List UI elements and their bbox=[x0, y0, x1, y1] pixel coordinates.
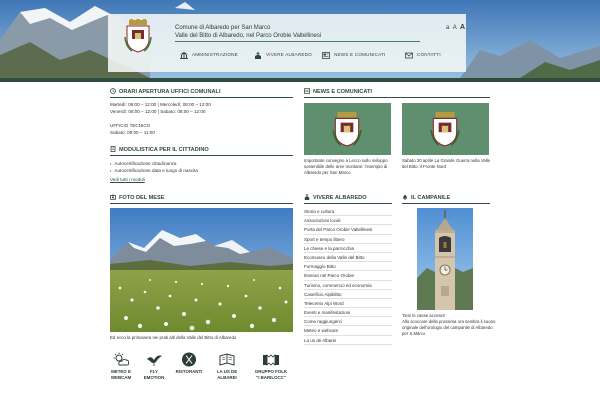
campanile-section-title: IL CAMPANILE bbox=[402, 194, 490, 204]
bell-tower-image bbox=[417, 208, 473, 310]
quicklink-label: METEO E WEBCAM bbox=[110, 369, 132, 380]
vivere-menu-item[interactable]: Storia e cultura bbox=[304, 207, 392, 217]
building-icon bbox=[180, 51, 188, 59]
church-icon bbox=[304, 193, 310, 200]
nav-label: CONTATTI bbox=[417, 52, 441, 57]
quicklink-label: GRUPPO FOLK "I BARILOCC" bbox=[254, 369, 288, 380]
municipal-crest-icon bbox=[430, 112, 460, 147]
quicklink-ristoranti[interactable]: RISTORANTI bbox=[172, 352, 206, 375]
vivere-menu-item[interactable]: Itinerari nel Parco Orobie bbox=[304, 271, 392, 281]
photo-caption: Ed ecco la primavera nei prati alti dell… bbox=[110, 335, 237, 340]
vivere-menu-item[interactable]: Formaggio Bitto bbox=[304, 262, 392, 272]
header-divider bbox=[175, 41, 420, 42]
vivere-menu-item[interactable]: Associazioni locali bbox=[304, 216, 392, 226]
all-forms-link[interactable]: Vedi tutti i moduli bbox=[110, 177, 145, 182]
modulistica-title-text: MODULISTICA PER IL CITTADINO bbox=[119, 147, 209, 153]
vivere-menu-item[interactable]: Telecento Alpi Word bbox=[304, 299, 392, 309]
news-title-text: NEWS E COMUNICATI bbox=[313, 89, 372, 95]
vivere-menu-item[interactable]: Le chiese e la parrocchia bbox=[304, 244, 392, 253]
modulistica-section-title: MODULISTICA PER IL CITTADINO bbox=[110, 145, 293, 156]
site-subtitle: Valle del Bitto di Albaredo, nel Parco O… bbox=[175, 33, 322, 39]
bell-tower-photo[interactable] bbox=[417, 208, 473, 310]
bird-icon bbox=[147, 355, 162, 366]
vivere-menu-item[interactable]: Eventi e manifestazioni bbox=[304, 308, 392, 318]
vivere-menu-item[interactable]: Come raggiungerci bbox=[304, 317, 392, 327]
vivere-menu-item[interactable]: Sport e tempo libero bbox=[304, 235, 392, 244]
camera-icon bbox=[110, 194, 116, 200]
header-accent-stripe bbox=[0, 78, 600, 82]
font-size-controls: a A A bbox=[446, 24, 466, 31]
modulistica-list: Autocertificazione cittadinanza Autocert… bbox=[110, 160, 198, 174]
nav-item-news-e-comunicati[interactable]: NEWS E COMUNICATI bbox=[322, 51, 386, 59]
vivere-menu-item[interactable]: Porta del Parco Orobie Valtellinesi bbox=[304, 225, 392, 235]
vivere-menu-item[interactable]: La us de Albarei bbox=[304, 336, 392, 345]
clock-icon bbox=[110, 87, 116, 94]
news-item-image[interactable] bbox=[304, 103, 391, 155]
quicklink-la-us-de-albarei[interactable]: LA US DE ALBAREI bbox=[210, 352, 244, 380]
orari-title-text: ORARI APERTURA UFFICI COMUNALI bbox=[119, 89, 221, 95]
vivere-menu-item[interactable]: Caseificio Alpiblitto bbox=[304, 290, 392, 299]
quicklink-label: FLY EMOTION bbox=[143, 369, 165, 380]
newspaper-icon bbox=[304, 87, 310, 94]
nav-item-amministrazione[interactable]: AMMINISTRAZIONE bbox=[180, 51, 238, 59]
municipal-crest-logo[interactable] bbox=[124, 19, 152, 53]
campanile-title-text: IL CAMPANILE bbox=[411, 195, 451, 201]
quicklink-meteo-webcam[interactable]: METEO E WEBCAM bbox=[104, 352, 138, 380]
font-size-prefix: a bbox=[446, 25, 451, 31]
vivere-section-title: VIVERE ALBAREDO bbox=[304, 193, 392, 204]
list-item[interactable]: Autocertificazione cittadinanza bbox=[110, 160, 198, 167]
envelope-icon bbox=[405, 52, 413, 58]
news-section-title: NEWS E COMUNICATI bbox=[304, 87, 490, 98]
bell-icon bbox=[403, 194, 407, 200]
municipal-crest-icon bbox=[332, 112, 362, 147]
orari-line: Martedì: 08:00 – 12:00 | Mercoledì: 08:0… bbox=[110, 102, 211, 107]
nav-label: AMMINISTRAZIONE bbox=[192, 52, 238, 57]
restaurant-icon bbox=[182, 352, 196, 367]
photo-of-the-month[interactable] bbox=[110, 208, 293, 332]
orari-section-title: ORARI APERTURA UFFICI COMUNALI bbox=[110, 87, 293, 98]
quicklink-fly-emotion[interactable]: FLY EMOTION bbox=[137, 352, 171, 380]
document-icon bbox=[110, 145, 116, 152]
quicklink-gruppo-folk[interactable]: GRUPPO FOLK "I BARILOCC" bbox=[254, 352, 288, 380]
header-card bbox=[108, 14, 466, 72]
site-header: Comune di Albaredo per San Marco Valle d… bbox=[0, 0, 600, 82]
foto-section-title: FOTO DEL MESE bbox=[110, 194, 293, 204]
nav-item-contatti[interactable]: CONTATTI bbox=[405, 51, 441, 59]
vivere-menu: Storia e cultura Associazioni locali Por… bbox=[304, 207, 392, 345]
church-icon bbox=[255, 51, 261, 59]
foto-title-text: FOTO DEL MESE bbox=[119, 195, 165, 201]
quicklink-label: RISTORANTI bbox=[175, 369, 203, 374]
ufficio-tecnico-hours: Sabato: 09:00 – 11:00 bbox=[110, 130, 155, 135]
site-name[interactable]: Comune di Albaredo per San Marco bbox=[175, 24, 270, 32]
vivere-menu-item[interactable]: Meteo e webcam bbox=[304, 326, 392, 336]
news-item-caption[interactable]: Importante convegno a Lecco sullo svilup… bbox=[304, 158, 396, 175]
nav-item-vivere-albaredo[interactable]: VIVERE ALBAREDO bbox=[254, 51, 312, 59]
weather-icon bbox=[113, 352, 130, 366]
campanile-text: Allo scoccare della prossima ora sembra … bbox=[402, 319, 496, 337]
newspaper-icon bbox=[322, 51, 330, 59]
orari-line: Venerdì: 08:00 – 12:00 | Sabato: 08:00 –… bbox=[110, 109, 206, 114]
list-item[interactable]: Autocertificazione data e luogo di nasci… bbox=[110, 167, 198, 174]
news-item-image[interactable] bbox=[402, 103, 489, 155]
vivere-menu-item[interactable]: Turismo, commercio ed economia bbox=[304, 281, 392, 290]
nav-label: NEWS E COMUNICATI bbox=[334, 52, 386, 57]
nav-label: VIVERE ALBAREDO bbox=[266, 52, 312, 57]
book-icon bbox=[219, 353, 235, 366]
news-item-caption[interactable]: Sabato 30 aprile La Grande Guerra nella … bbox=[402, 158, 494, 170]
quicklink-label: LA US DE ALBAREI bbox=[216, 369, 238, 380]
vivere-menu-item[interactable]: Ecomuseo della Valle del Bitto bbox=[304, 253, 392, 263]
mountain-meadow-photo bbox=[110, 208, 293, 332]
vivere-title-text: VIVERE ALBAREDO bbox=[313, 195, 367, 201]
accordion-icon bbox=[263, 354, 279, 366]
font-size-small-button[interactable]: A bbox=[453, 25, 458, 31]
ufficio-tecnico-title: UFFICIO TECNICO bbox=[110, 123, 151, 128]
campanile-description: Tieni le casse accese!! Allo scoccare de… bbox=[402, 313, 498, 337]
font-size-large-button[interactable]: A bbox=[460, 24, 466, 31]
